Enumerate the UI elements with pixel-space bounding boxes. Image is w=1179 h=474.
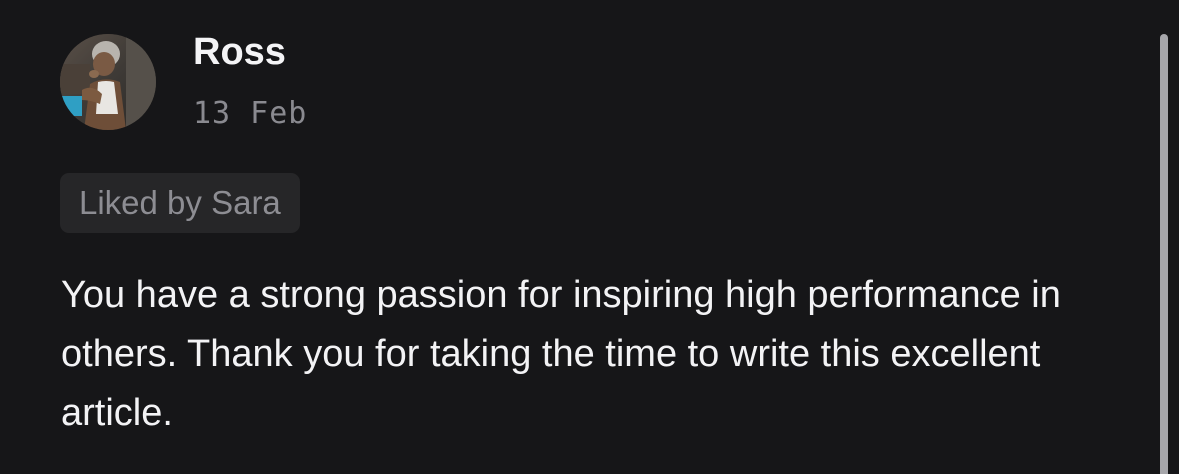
comment-card: Ross 13 Feb Liked by Sara You have a str… (0, 0, 1179, 474)
comment-date: 13 Feb (193, 96, 308, 131)
user-photo-icon (60, 34, 156, 130)
liked-by-badge[interactable]: Liked by Sara (60, 173, 300, 233)
vertical-scrollbar[interactable] (1160, 34, 1168, 474)
author-name[interactable]: Ross (193, 30, 286, 74)
comment-text: You have a strong passion for inspiring … (61, 274, 1061, 434)
liked-by-label: Liked by Sara (79, 184, 281, 221)
author-avatar[interactable] (60, 34, 156, 130)
